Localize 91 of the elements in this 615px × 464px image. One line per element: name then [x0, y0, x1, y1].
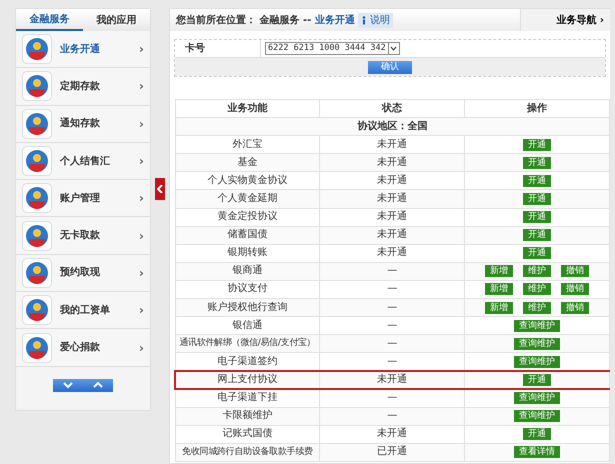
service-icon — [25, 298, 49, 322]
info-icon — [360, 16, 367, 24]
service-icon — [25, 260, 49, 285]
table-cell: 未开通 — [320, 370, 465, 389]
action-button[interactable]: 开通 — [523, 156, 552, 169]
table-cell: 银商通 — [175, 262, 320, 280]
table-cell: 未开通 — [320, 154, 465, 172]
table-cell: 个人黄金延期 — [175, 190, 320, 208]
scroll-up-button[interactable] — [83, 378, 113, 392]
table-cell: — — [320, 389, 465, 408]
action-button[interactable]: 维护 — [523, 265, 552, 278]
table-cell: 未开通 — [320, 190, 465, 208]
action-button[interactable]: 撤销 — [561, 283, 590, 296]
service-icon — [25, 336, 49, 360]
chevron-down-icon — [62, 380, 74, 390]
action-button[interactable]: 查看详情 — [514, 446, 560, 458]
card-label: 卡号 — [175, 40, 261, 57]
service-icon — [25, 149, 49, 174]
dropdown-icon — [390, 46, 398, 51]
chevron-icon: › — [139, 226, 144, 245]
service-icon — [25, 37, 49, 62]
action-button[interactable]: 开通 — [523, 428, 552, 440]
action-button[interactable]: 撤销 — [561, 302, 590, 314]
action-button[interactable]: 开通 — [523, 229, 552, 242]
action-button[interactable]: 查询维护 — [514, 356, 560, 368]
table-cell: 账户授权他行查询 — [175, 298, 320, 317]
table-cell: 网上支付协议 — [175, 370, 320, 389]
table-cell: 电子渠道下挂 — [175, 389, 320, 408]
sidebar-menu-item[interactable]: 定期存款 › — [16, 68, 150, 106]
chevron-icon: › — [139, 301, 144, 320]
action-button[interactable]: 维护 — [523, 302, 552, 314]
navigation-button[interactable]: 业务导航 › — [520, 9, 610, 31]
table-cell: 记账式国债 — [175, 425, 320, 444]
chevron-icon: › — [139, 114, 144, 133]
table-cell: 基金 — [175, 154, 320, 172]
action-button[interactable]: 新增 — [485, 265, 514, 278]
action-button[interactable]: 维护 — [523, 283, 552, 296]
chevron-icon: › — [139, 40, 144, 58]
table-cell: 卡限额维护 — [175, 407, 320, 426]
service-icon — [25, 186, 49, 210]
column-header: 业务功能 — [175, 100, 320, 118]
action-button[interactable]: 撤销 — [561, 265, 590, 278]
action-button[interactable]: 开通 — [523, 138, 552, 151]
chevron-up-icon — [92, 380, 104, 390]
chevron-icon: › — [139, 77, 144, 96]
service-icon — [25, 224, 49, 248]
action-button[interactable]: 查询维护 — [514, 392, 560, 404]
table-cell: 已开通 — [320, 443, 465, 462]
chevron-icon: › — [139, 152, 144, 170]
table-cell: 免收同城跨行自助设备取款手续费 — [175, 443, 320, 462]
breadcrumb: 您当前所在位置： 金融服务 -- 业务开通 — [176, 14, 355, 28]
collapse-button[interactable] — [155, 178, 165, 200]
service-icon — [25, 74, 49, 98]
action-button[interactable]: 开通 — [523, 247, 552, 260]
card-select[interactable]: 6222 6213 1000 3444 342 — [265, 42, 400, 55]
action-button[interactable]: 查询维护 — [514, 320, 560, 332]
table-cell: 通讯软件解绑（微信/易信/支付宝） — [175, 334, 320, 353]
table-cell: 未开通 — [320, 244, 465, 262]
chevron-icon: › — [139, 264, 144, 282]
action-button[interactable]: 新增 — [485, 283, 514, 296]
action-button[interactable]: 开通 — [523, 174, 552, 187]
column-header: 操作 — [464, 100, 610, 118]
sidebar-menu-item[interactable]: 我的工资单 › — [16, 292, 150, 330]
sidebar-tab[interactable]: 我的应用 — [83, 9, 150, 31]
table-cell: 未开通 — [320, 425, 465, 444]
sidebar-menu-item[interactable]: 账户管理 › — [16, 180, 150, 218]
chevron-icon: › — [139, 189, 144, 208]
table-cell: 银期转账 — [175, 244, 320, 262]
table-cell: 储蓄国债 — [175, 226, 320, 244]
sidebar-menu-item[interactable]: 业务开通 › — [16, 31, 150, 68]
table-cell: — — [320, 298, 465, 317]
help-link[interactable]: 说明 — [358, 12, 393, 28]
confirm-button[interactable]: 确认 — [368, 60, 412, 74]
action-button[interactable]: 查询维护 — [514, 338, 560, 350]
table-cell: 黄金定投协议 — [175, 208, 320, 226]
region-row: 协议地区：全国 — [175, 118, 610, 136]
table-cell: — — [320, 262, 465, 280]
chevron-icon: › — [139, 338, 144, 357]
action-button[interactable]: 开通 — [523, 211, 552, 224]
action-button[interactable]: 新增 — [485, 302, 514, 314]
table-cell: 未开通 — [320, 208, 465, 226]
table-cell: 未开通 — [320, 226, 465, 244]
action-button[interactable]: 开通 — [523, 374, 552, 386]
table-cell: — — [320, 407, 465, 426]
action-button[interactable]: 查询维护 — [514, 410, 560, 422]
scroll-down-button[interactable] — [53, 378, 83, 392]
chevron-left-icon — [157, 185, 163, 193]
service-icon — [25, 112, 49, 136]
action-button[interactable]: 开通 — [523, 193, 552, 206]
table-cell: — — [320, 334, 465, 353]
column-header: 状态 — [320, 100, 465, 118]
